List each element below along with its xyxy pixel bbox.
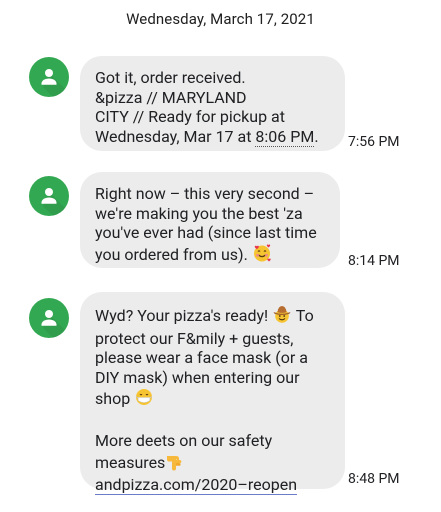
message-bubble[interactable]: Right now – this very second – we're mak… [80,172,340,268]
message-text: Wyd? Your pizza's ready! [95,306,269,325]
message-text-line: please wear a face mask (or a [95,348,308,367]
date-header: Wednesday, March 17, 2021 [126,10,315,28]
face-with-medical-mask-icon [134,387,154,412]
safety-measures-link[interactable]: andpizza.com/2020–reopen [95,475,298,495]
message-bubble[interactable]: Got it, order received. &pizza // MARYLA… [80,56,345,151]
message-timestamp: 7:56 PM [348,134,400,150]
message-text: To [295,306,314,325]
pickup-time-link[interactable]: 8:06 PM [255,126,315,147]
message-text-line: shop [95,387,330,412]
message-text-line: measures [95,451,330,476]
person-icon [41,188,69,216]
sender-avatar[interactable] [29,57,69,97]
message-text: . [314,126,319,146]
message-text-line: you've ever had (since last time [95,223,317,242]
message-text-line: you ordered from us). [95,243,325,268]
sender-avatar[interactable] [29,176,69,216]
message-text-line: Wednesday, Mar 17 at 8:06 PM. [95,126,330,147]
message-text: you ordered from us). [95,244,248,264]
person-icon [41,310,69,338]
message-timestamp: 8:14 PM [348,253,400,269]
message-text: measures [95,452,166,472]
message-text-line: More deets on our safety [95,431,273,450]
message-text-line: protect our F&mily + guests, [95,328,294,348]
message-text: Wednesday, Mar 17 at [95,126,256,146]
message-text-line: CITY // Ready for pickup at [95,107,285,126]
message-text: shop [95,389,131,408]
cowboy-hat-face-icon [272,304,292,329]
message-text-line: we're making you the best 'za [95,203,303,223]
person-icon [41,69,69,97]
message-text-line: Wyd? Your pizza's ready! To [95,304,330,329]
message-text-line: andpizza.com/2020–reopen [95,475,330,495]
message-bubble[interactable]: Wyd? Your pizza's ready! To protect our … [80,292,345,495]
message-text-line: DIY mask) when entering our [95,367,300,387]
sender-avatar[interactable] [29,298,69,338]
message-text-line: Right now – this very second – [95,184,315,203]
message-text-line: &pizza // MARYLAND [95,87,247,107]
message-text-line: Got it, order received. [95,68,246,87]
smiling-face-with-hearts-icon [252,243,272,268]
backhand-index-pointing-down-icon [165,451,185,476]
message-timestamp: 8:48 PM [348,471,400,487]
